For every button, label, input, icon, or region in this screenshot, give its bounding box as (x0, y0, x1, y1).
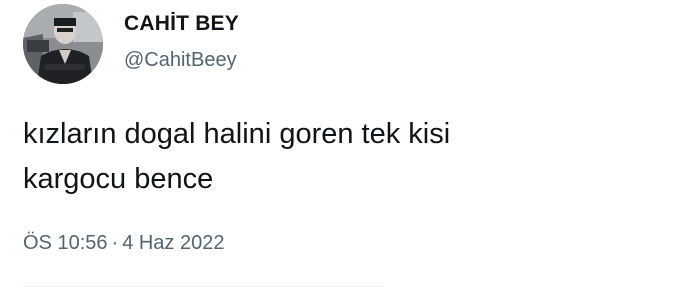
tweet-text: kızların dogal halini goren tek kisi kar… (23, 112, 663, 202)
avatar-image (23, 4, 103, 84)
avatar[interactable] (23, 4, 103, 84)
author-handle[interactable]: @CahitBeey (124, 49, 237, 72)
tweet-card: CAHİT BEY @CahitBeey kızların dogal hali… (0, 0, 690, 289)
author-display-name[interactable]: CAHİT BEY (124, 12, 239, 36)
meta-separator: · (111, 232, 119, 254)
divider (23, 286, 383, 287)
tweet-text-line: kızların dogal halini goren tek kisi (23, 118, 451, 150)
tweet-text-line: kargocu bence (23, 163, 214, 195)
tweet-meta: ÖS 10:56 · 4 Haz 2022 (23, 232, 224, 255)
tweet-time[interactable]: ÖS 10:56 (23, 232, 108, 254)
tweet-date[interactable]: 4 Haz 2022 (122, 232, 224, 254)
